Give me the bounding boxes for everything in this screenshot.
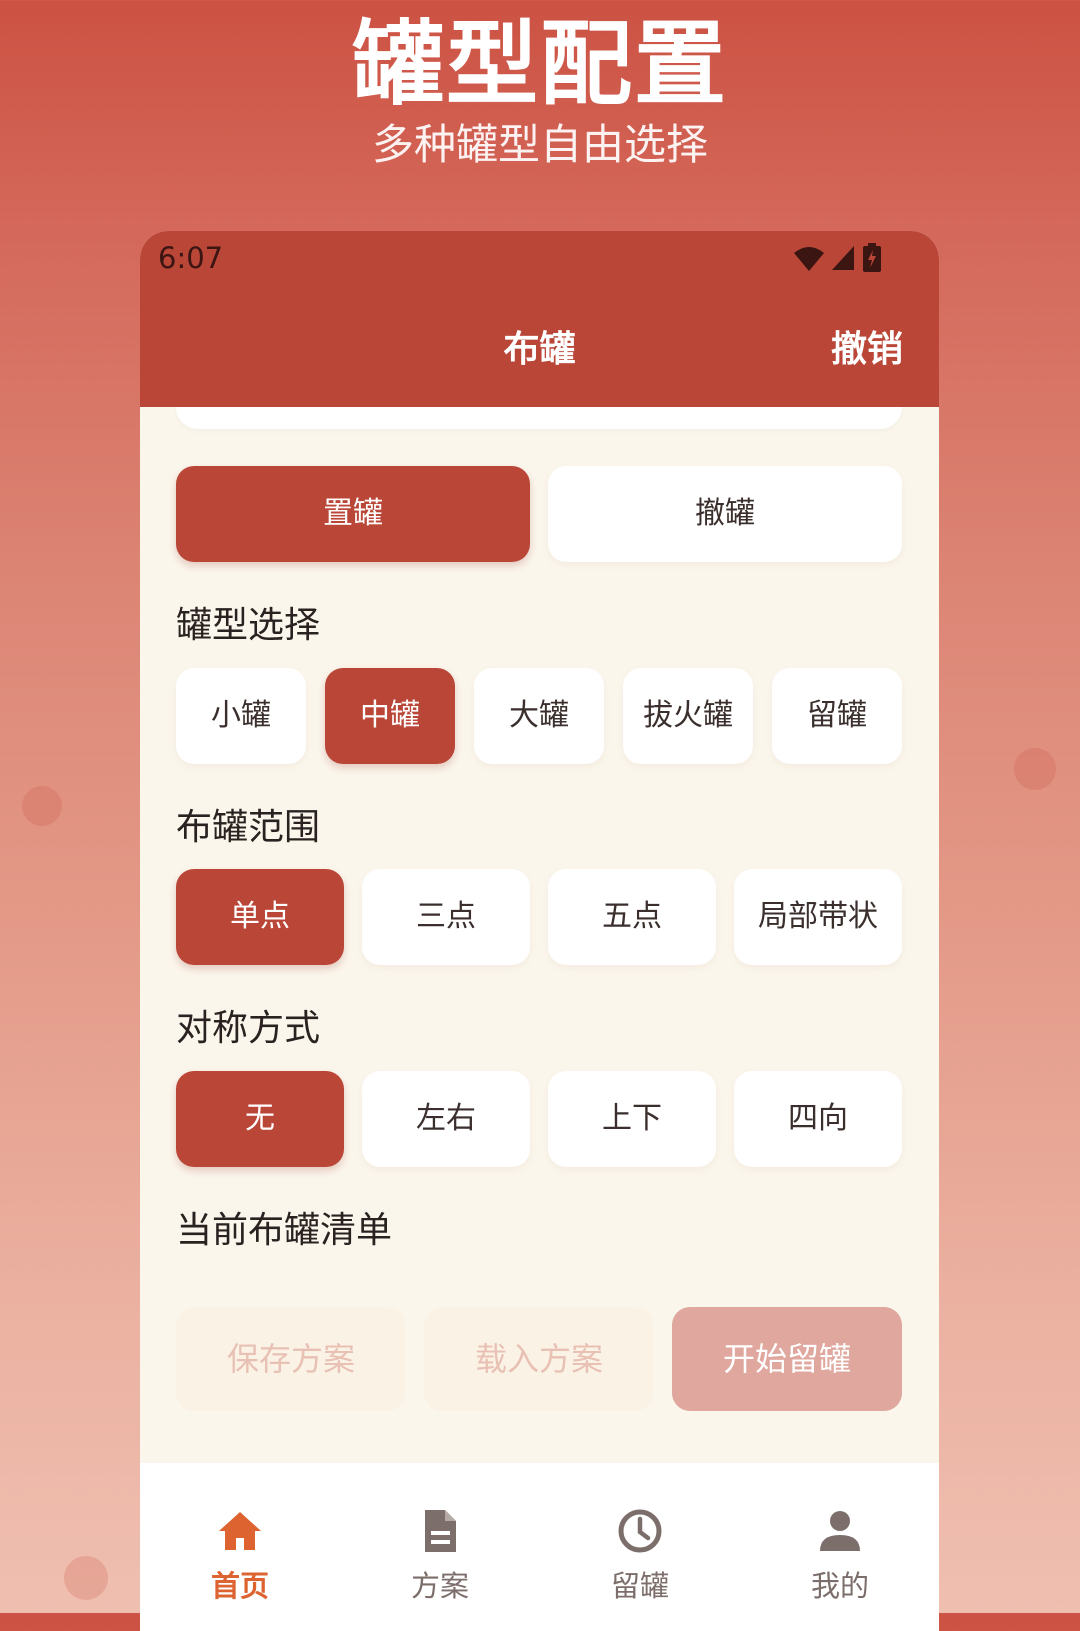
symmetry-section-title: 对称方式	[176, 1008, 321, 1049]
document-icon	[425, 1510, 456, 1552]
range-section-title: 布罐范围	[176, 807, 321, 848]
decorative-bubble	[22, 786, 62, 826]
cup-option-medium[interactable]: 中罐	[325, 668, 455, 764]
bottom-tab-bar: 首页 方案 留罐 我的	[140, 1463, 939, 1631]
tab-label: 首页	[210, 1569, 269, 1603]
page-title: 布罐	[503, 329, 576, 370]
undo-button[interactable]: 撤销	[831, 293, 903, 407]
cup-option-fire-cupping[interactable]: 拔火罐	[623, 668, 753, 764]
symmetry-option-none[interactable]: 无	[176, 1071, 344, 1167]
cup-option-large[interactable]: 大罐	[474, 668, 604, 764]
tab-label: 留罐	[610, 1569, 669, 1603]
range-option-three[interactable]: 三点	[362, 869, 530, 965]
symmetry-option-up-down[interactable]: 上下	[548, 1071, 716, 1167]
save-plan-button[interactable]: 保存方案	[176, 1307, 406, 1411]
status-bar: 6:07	[140, 231, 939, 293]
status-time: 6:07	[158, 241, 224, 275]
cup-list-title: 当前布罐清单	[176, 1210, 393, 1251]
tab-profile[interactable]: 我的	[740, 1463, 939, 1631]
range-option-single[interactable]: 单点	[176, 869, 344, 965]
symmetry-option-left-right[interactable]: 左右	[362, 1071, 530, 1167]
tab-plans[interactable]: 方案	[340, 1463, 540, 1631]
promo-subtitle: 多种罐型自由选择	[371, 120, 708, 169]
remove-cup-button[interactable]: 撤罐	[548, 466, 902, 562]
battery-charging-icon	[863, 243, 881, 272]
tab-home[interactable]: 首页	[140, 1463, 340, 1631]
status-icons	[793, 243, 883, 277]
promo-title: 罐型配置	[351, 11, 728, 118]
nav-bar: 布罐 撤销	[140, 293, 939, 407]
clock-icon	[618, 1509, 662, 1553]
signal-icon	[831, 246, 854, 270]
place-cup-button[interactable]: 置罐	[176, 466, 530, 562]
list-card-edge	[176, 407, 902, 429]
decorative-bubble	[64, 1556, 108, 1600]
cup-option-small[interactable]: 小罐	[176, 668, 306, 764]
wifi-icon	[793, 247, 824, 271]
range-option-five[interactable]: 五点	[548, 869, 716, 965]
tab-label: 我的	[810, 1569, 869, 1603]
symmetry-option-four-way[interactable]: 四向	[734, 1071, 902, 1167]
cup-type-section-title: 罐型选择	[176, 605, 321, 646]
cup-option-retained[interactable]: 留罐	[772, 668, 902, 764]
range-option-local-band[interactable]: 局部带状	[734, 869, 902, 965]
phone-screen: 6:07 布罐 撤销 置罐 撤罐 罐型选择 小罐 中罐 大罐 拔火罐 留罐 布罐…	[140, 231, 939, 1631]
tab-label: 方案	[410, 1569, 469, 1603]
user-icon	[820, 1511, 860, 1551]
start-retention-button[interactable]: 开始留罐	[672, 1307, 902, 1411]
load-plan-button[interactable]: 载入方案	[424, 1307, 654, 1411]
home-icon	[219, 1512, 261, 1550]
tab-retention[interactable]: 留罐	[540, 1463, 740, 1631]
decorative-bubble	[1014, 748, 1056, 790]
